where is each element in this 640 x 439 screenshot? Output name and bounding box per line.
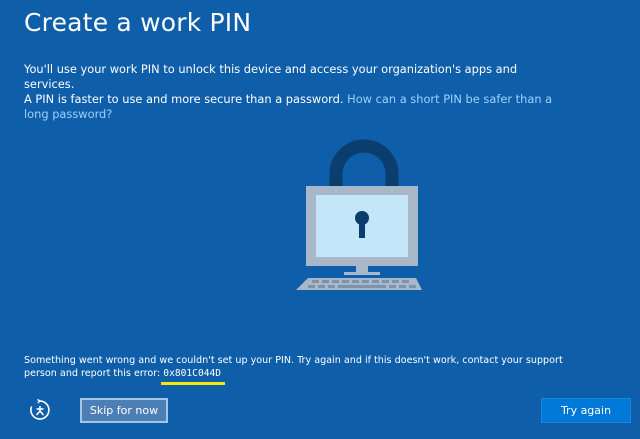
lock-shackle (329, 139, 399, 190)
skip-for-now-button[interactable]: Skip for now (80, 398, 168, 423)
keyhole-stem (359, 222, 365, 238)
lock-monitor-illustration (296, 139, 422, 290)
error-message: Something went wrong and we couldn't set… (24, 355, 564, 385)
monitor-neck (356, 266, 368, 272)
keyboard (296, 278, 422, 290)
ease-of-access-icon[interactable] (28, 398, 52, 422)
lock-monitor-icon (288, 138, 438, 298)
intro-line-1: You'll use your work PIN to unlock this … (24, 62, 518, 91)
error-message-text: Something went wrong and we couldn't set… (24, 355, 563, 379)
error-code: 0x801C044D (161, 367, 225, 385)
page-title: Create a work PIN (24, 8, 252, 37)
try-again-button[interactable]: Try again (541, 398, 631, 423)
intro-line-2: A PIN is faster to use and more secure t… (24, 92, 344, 106)
intro-text: You'll use your work PIN to unlock this … (24, 62, 554, 122)
ease-of-access-glyph (30, 398, 50, 420)
monitor-base (344, 272, 380, 275)
